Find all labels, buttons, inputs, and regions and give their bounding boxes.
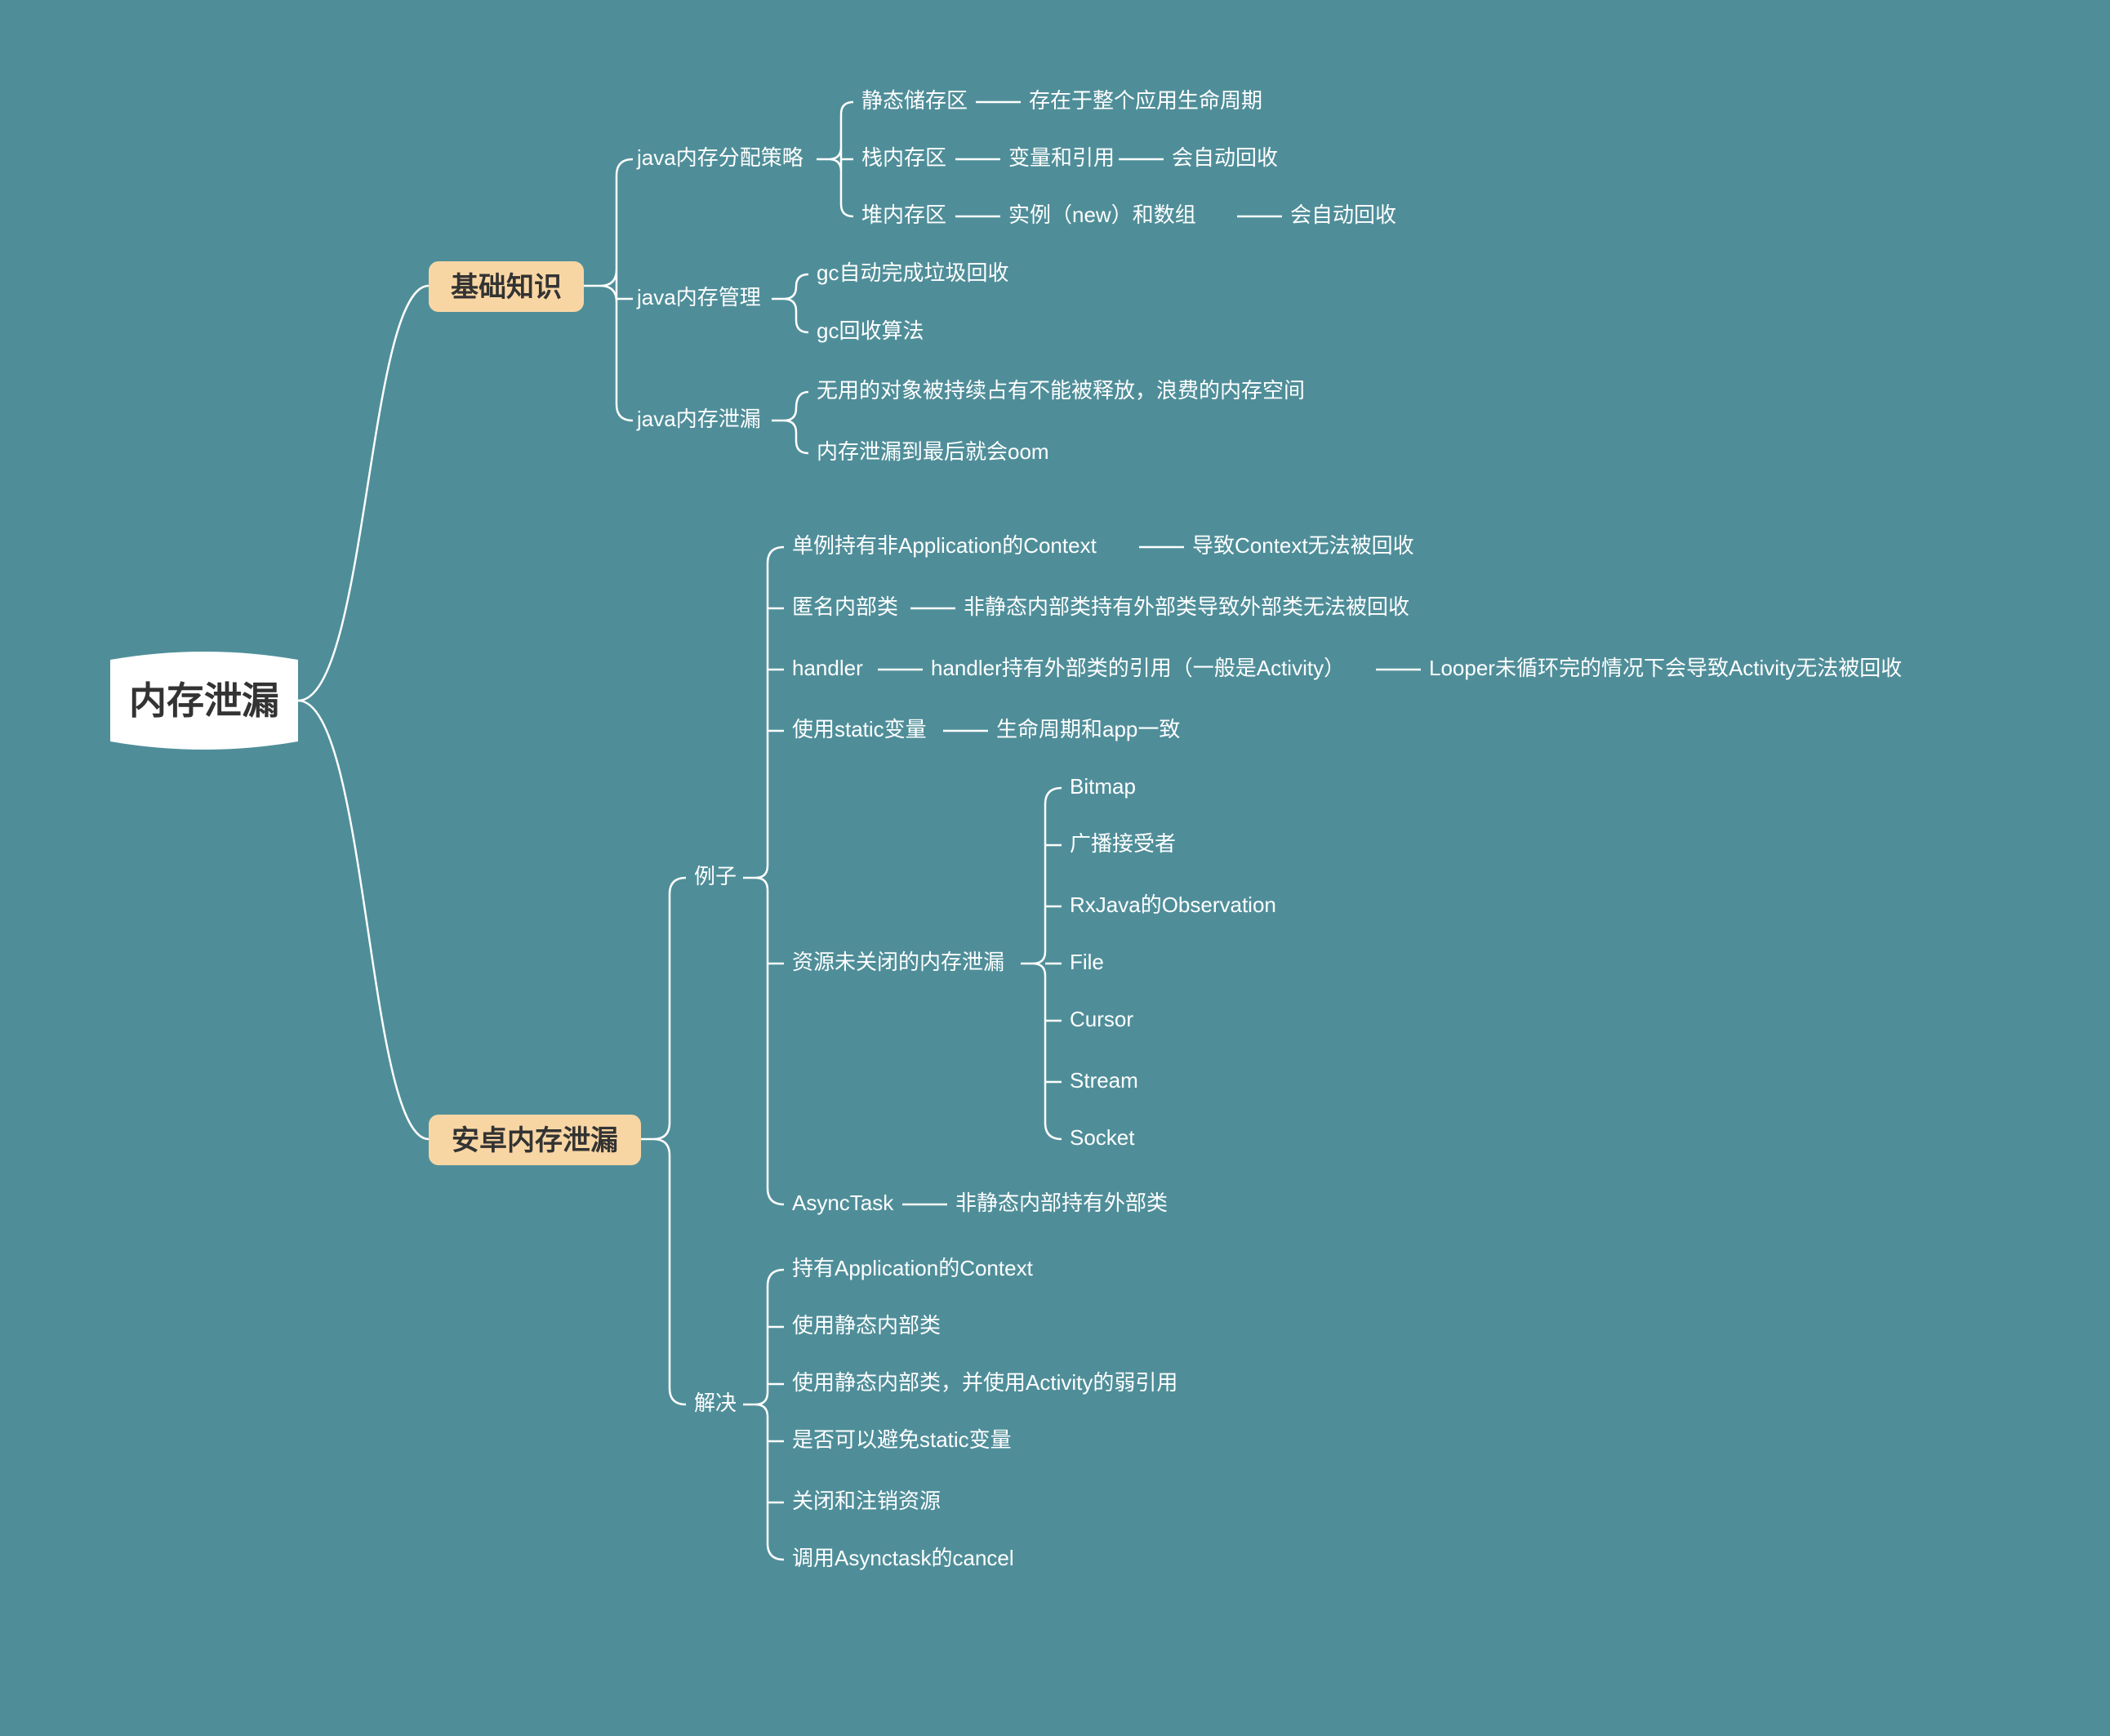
connector — [298, 701, 429, 1139]
node-sol-6: 调用Asynctask的cancel — [792, 1546, 1014, 1570]
connector — [743, 1270, 784, 1560]
node-alloc-static[interactable]: 静态储存区 — [861, 88, 968, 113]
node-anonymous[interactable]: 匿名内部类 — [792, 594, 898, 619]
node-alloc-heap[interactable]: 堆内存区 — [861, 203, 946, 227]
node-sol-5: 关闭和注销资源 — [792, 1489, 941, 1513]
node-staticvar[interactable]: 使用static变量 — [792, 717, 927, 741]
connector — [772, 392, 808, 453]
node-alloc-heap-note2: 会自动回收 — [1290, 203, 1396, 227]
node-sol-3: 使用静态内部类，并使用Activity的弱引用 — [792, 1370, 1177, 1395]
node-singleton-note: 导致Context无法被回收 — [1192, 533, 1414, 558]
node-solutions[interactable]: 解决 — [694, 1391, 737, 1415]
node-res-file: File — [1070, 950, 1104, 974]
connector — [584, 159, 633, 421]
connector — [1021, 788, 1062, 1139]
node-anonymous-note: 非静态内部类持有外部类导致外部类无法被回收 — [964, 594, 1409, 619]
node-res-bitmap: Bitmap — [1070, 774, 1136, 799]
connector — [772, 274, 808, 332]
node-res-cursor: Cursor — [1070, 1007, 1133, 1031]
node-singleton[interactable]: 单例持有非Application的Context — [792, 533, 1097, 558]
root-label: 内存泄漏 — [129, 679, 279, 722]
node-res-stream: Stream — [1070, 1068, 1138, 1093]
node-staticvar-note: 生命周期和app一致 — [996, 717, 1180, 741]
mindmap-canvas: 内存泄漏 基础知识 java内存分配策略 静态储存区 存在于整个应用生命周期 栈… — [0, 0, 2110, 1736]
node-leak[interactable]: java内存泄漏 — [636, 407, 761, 431]
cat-android-label: 安卓内存泄漏 — [452, 1125, 618, 1156]
node-mgmt-gc2: gc回收算法 — [817, 318, 924, 343]
node-alloc[interactable]: java内存分配策略 — [636, 145, 803, 170]
connector — [298, 286, 429, 701]
node-alloc-stack[interactable]: 栈内存区 — [861, 145, 946, 170]
node-alloc-stack-note2: 会自动回收 — [1172, 145, 1278, 170]
node-res-broadcast: 广播接受者 — [1070, 831, 1176, 856]
node-leak-note1: 无用的对象被持续占有不能被释放，浪费的内存空间 — [817, 378, 1305, 403]
node-handler-note1: handler持有外部类的引用（一般是Activity） — [931, 656, 1345, 680]
root-node[interactable]: 内存泄漏 — [110, 652, 298, 750]
node-sol-2: 使用静态内部类 — [792, 1313, 941, 1338]
connector — [641, 878, 686, 1404]
node-alloc-heap-note1: 实例（new）和数组 — [1008, 203, 1196, 227]
cat-basic-label: 基础知识 — [451, 272, 562, 303]
node-resource[interactable]: 资源未关闭的内存泄漏 — [792, 950, 1004, 974]
node-mgmt[interactable]: java内存管理 — [636, 285, 761, 309]
node-mgmt-gc1: gc自动完成垃圾回收 — [817, 260, 1008, 285]
node-handler-note2: Looper未循环完的情况下会导致Activity无法被回收 — [1429, 656, 1902, 680]
category-basic[interactable]: 基础知识 — [429, 261, 584, 312]
connector — [743, 547, 784, 1204]
node-alloc-static-note: 存在于整个应用生命周期 — [1029, 88, 1262, 113]
node-alloc-stack-note1: 变量和引用 — [1008, 145, 1115, 170]
node-sol-1: 持有Application的Context — [792, 1256, 1034, 1280]
node-asynctask-note: 非静态内部持有外部类 — [955, 1191, 1168, 1215]
node-leak-note2: 内存泄漏到最后就会oom — [817, 439, 1049, 464]
node-asynctask[interactable]: AsyncTask — [792, 1191, 894, 1215]
node-res-socket: Socket — [1070, 1125, 1135, 1150]
node-examples[interactable]: 例子 — [694, 864, 737, 888]
node-res-rx: RxJava的Observation — [1070, 892, 1276, 917]
node-sol-4: 是否可以避免static变量 — [792, 1427, 1012, 1452]
node-handler[interactable]: handler — [792, 656, 863, 680]
connector — [817, 102, 853, 216]
category-android[interactable]: 安卓内存泄漏 — [429, 1115, 641, 1165]
